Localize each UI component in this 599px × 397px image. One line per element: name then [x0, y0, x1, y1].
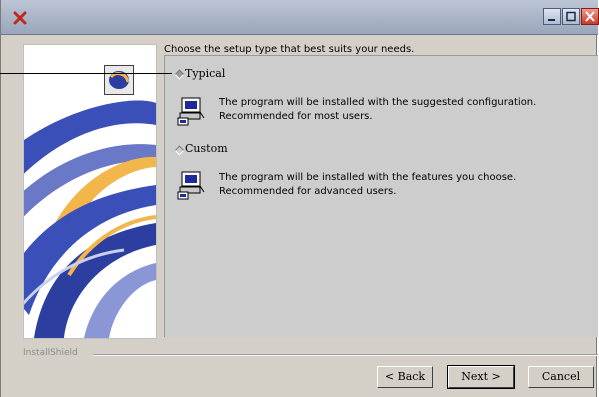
computer-installer-icon [177, 97, 205, 126]
close-button[interactable] [581, 8, 599, 25]
cd-logo-icon [104, 65, 134, 95]
maximize-button[interactable] [562, 8, 580, 25]
maximize-icon [566, 11, 576, 22]
installer-window: Choose the setup type that best suits yo… [0, 0, 599, 397]
cancel-button[interactable]: Cancel [528, 366, 594, 388]
back-button[interactable]: < Back [377, 366, 433, 388]
typical-description: The program will be installed with the s… [219, 96, 536, 124]
typical-option-label[interactable]: Typical [185, 67, 225, 80]
callout-pointer-line [0, 73, 172, 74]
setup-type-prompt: Choose the setup type that best suits yo… [164, 44, 415, 55]
red-x-icon [13, 11, 27, 25]
typical-description-line-1: The program will be installed with the s… [219, 97, 537, 108]
minimize-button[interactable] [543, 8, 561, 25]
close-icon [585, 11, 595, 22]
custom-description: The program will be installed with the f… [219, 171, 516, 199]
minimize-icon [548, 19, 555, 21]
wizard-banner-image [23, 44, 157, 339]
typical-description-line-2: Recommended for most users. [219, 111, 373, 122]
computer-installer-icon [177, 171, 205, 200]
title-bar[interactable] [1, 0, 599, 35]
custom-option-label[interactable]: Custom [185, 142, 228, 155]
installshield-brand-label: InstallShield [23, 348, 78, 358]
custom-description-line-1: The program will be installed with the f… [219, 172, 517, 183]
footer-divider [93, 354, 598, 356]
next-button[interactable]: Next > [447, 365, 515, 389]
swoosh-graphic [24, 100, 156, 338]
custom-description-line-2: Recommended for advanced users. [219, 186, 397, 197]
